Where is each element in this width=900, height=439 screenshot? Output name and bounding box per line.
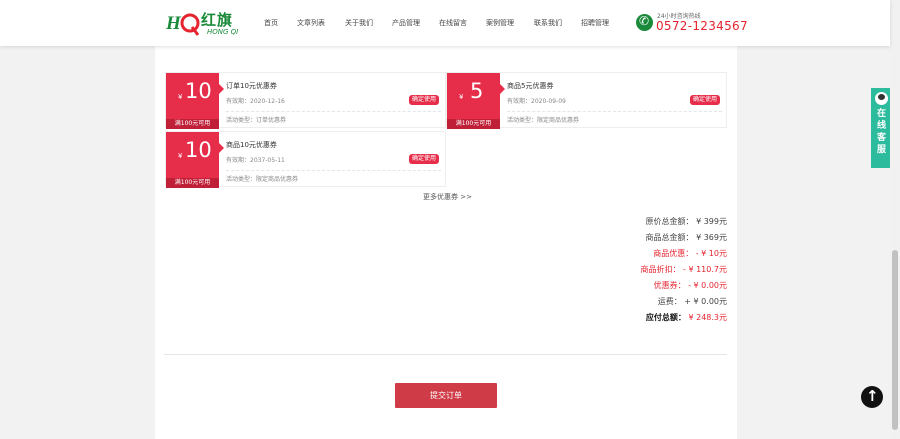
coupon-card: ¥ 5 满100元可用 商品5元优惠券 有效期：2020-09-09 确定使用 …: [446, 72, 727, 129]
coupon-amount: 10: [185, 79, 212, 103]
goods-discount: 商品优惠： - ¥ 10元: [653, 249, 727, 258]
nav-message[interactable]: 在线留言: [439, 18, 467, 28]
coupon-amount: 5: [470, 79, 484, 103]
hotline-number: 0572-1234567: [656, 19, 748, 33]
service-label: 在线客服: [876, 109, 886, 155]
use-coupon-button[interactable]: 确定使用: [689, 95, 720, 105]
coupon-name: 商品5元优惠券: [507, 82, 554, 90]
site-logo[interactable]: H 红旗 HONG QI: [165, 9, 239, 39]
coupon-stub: ¥ 5 满100元可用: [447, 73, 505, 129]
scrollbar-thumb[interactable]: [892, 250, 898, 430]
use-coupon-button[interactable]: 确定使用: [408, 95, 439, 105]
payable-total: 应付总额： ¥ 248.3元: [646, 312, 727, 323]
divider: [164, 354, 727, 355]
goods-rebate: 商品折扣： - ¥ 110.7元: [640, 265, 727, 274]
nav-cases[interactable]: 案例管理: [486, 18, 514, 28]
service-avatar-icon: [875, 92, 888, 105]
page-scrollbar[interactable]: [890, 0, 900, 439]
order-panel: ¥ 10 满100元可用 订单10元优惠券 有效期：2020-12-16 确定使…: [155, 46, 737, 439]
coupon-valid: 有效期：2020-12-16: [226, 98, 285, 105]
coupon-divider: [226, 170, 441, 171]
submit-order-button[interactable]: 提交订单: [395, 383, 497, 408]
coupon-currency: ¥: [459, 93, 464, 101]
hq-logo-icon: H: [165, 13, 200, 36]
svg-text:H: H: [165, 13, 182, 34]
more-coupons-link[interactable]: 更多优惠券 >>: [423, 192, 472, 202]
nav-about[interactable]: 关于我们: [345, 18, 373, 28]
coupon-amount: 10: [185, 138, 212, 162]
nav-contact[interactable]: 联系我们: [534, 18, 562, 28]
logo-en: HONG QI: [207, 28, 239, 36]
back-to-top-icon[interactable]: [861, 386, 883, 408]
coupon-type: 活动类型：限定商品优惠券: [507, 117, 580, 124]
logo-cn: 红旗: [201, 11, 234, 29]
online-service-tab[interactable]: 在线客服: [871, 88, 892, 168]
coupon-currency: ¥: [178, 93, 183, 101]
coupon-divider: [507, 111, 722, 112]
coupon-name: 订单10元优惠券: [226, 82, 277, 90]
nav-products[interactable]: 产品管理: [392, 18, 420, 28]
nav-articles[interactable]: 文章列表: [297, 18, 325, 28]
coupon-deduction: 优惠券： - ¥ 0.00元: [653, 281, 727, 290]
hotline: 24小时咨询热线 0572-1234567: [636, 11, 748, 35]
nav-home[interactable]: 首页: [264, 18, 278, 28]
coupon-card: ¥ 10 满100元可用 商品10元优惠券 有效期：2037-05-11 确定使…: [165, 131, 446, 188]
payable-label: 应付总额：: [645, 313, 686, 322]
coupon-card: ¥ 10 满100元可用 订单10元优惠券 有效期：2020-12-16 确定使…: [165, 72, 446, 129]
original-total: 原价总金额： ¥ 399元: [645, 217, 727, 226]
shipping-fee: 运费： + ¥ 0.00元: [657, 297, 727, 306]
site-header: H 红旗 HONG QI 首页 文章列表 关于我们 产品管理 在线留言 案例管理…: [0, 0, 890, 46]
goods-total: 商品总金额： ¥ 369元: [645, 233, 727, 242]
coupon-stub: ¥ 10 满100元可用: [166, 73, 224, 129]
coupon-type: 活动类型：订单优惠券: [226, 117, 287, 124]
coupon-condition: 满100元可用: [447, 119, 500, 129]
coupon-condition: 满100元可用: [166, 119, 219, 129]
nav-jobs[interactable]: 招聘管理: [581, 18, 609, 28]
coupon-condition: 满100元可用: [166, 178, 219, 188]
coupon-type: 活动类型：限定商品优惠券: [226, 176, 299, 183]
coupon-currency: ¥: [178, 152, 183, 160]
coupon-stub: ¥ 10 满100元可用: [166, 132, 224, 188]
coupon-valid: 有效期：2020-09-09: [507, 98, 566, 105]
payable-value: ¥ 248.3元: [685, 313, 727, 322]
coupon-divider: [226, 111, 441, 112]
phone-icon: [636, 14, 653, 31]
use-coupon-button[interactable]: 确定使用: [408, 154, 439, 164]
coupon-valid: 有效期：2037-05-11: [226, 157, 285, 164]
coupon-name: 商品10元优惠券: [226, 141, 277, 149]
